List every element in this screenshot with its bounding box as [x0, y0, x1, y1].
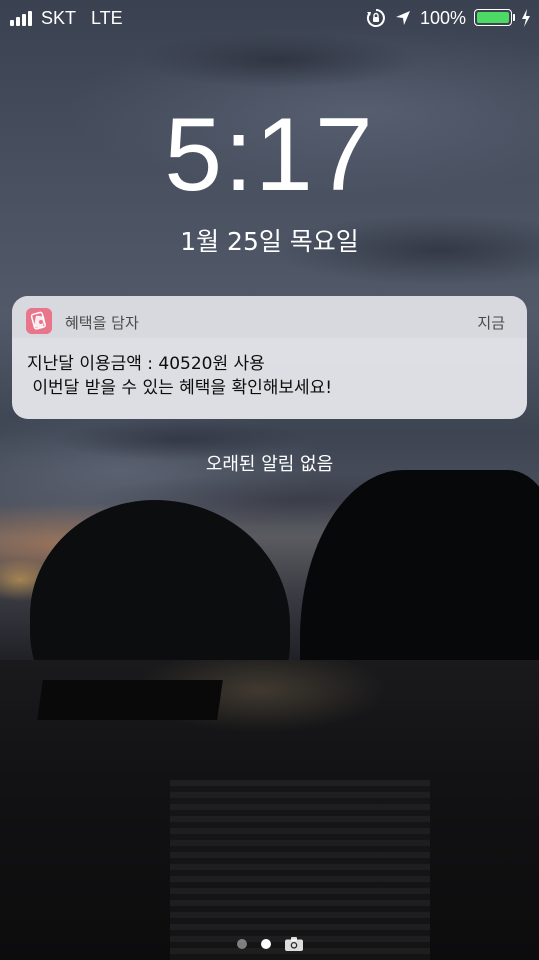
orientation-lock-icon	[366, 9, 385, 27]
status-bar: SKT LTE 100%	[0, 0, 539, 36]
charging-bolt-icon	[522, 9, 530, 27]
carrier-label: SKT	[41, 8, 77, 28]
battery-icon	[474, 9, 512, 26]
battery-tip	[513, 14, 515, 21]
page-dot[interactable]	[236, 939, 247, 949]
wallet-app-icon	[26, 308, 52, 334]
no-older-notifications-label: 오래된 알림 없음	[205, 454, 334, 475]
lock-screen-time: 5:17	[164, 97, 375, 213]
page-dot-active[interactable]	[260, 939, 271, 949]
notification-card[interactable]: 혜택을 담자 지금 지난달 이용금액 : 40520원 사용 이번달 받을 수 …	[12, 296, 527, 419]
signal-icon	[10, 10, 32, 26]
notification-time: 지금	[477, 314, 505, 332]
network-type-label: LTE	[91, 8, 123, 28]
notification-header: 혜택을 담자 지금	[12, 296, 527, 338]
camera-icon[interactable]	[284, 937, 303, 951]
notification-app-name: 혜택을 담자	[65, 314, 139, 332]
notification-message: 지난달 이용금액 : 40520원 사용 이번달 받을 수 있는 혜택을 확인해…	[27, 354, 333, 398]
wallpaper-pergola	[37, 680, 223, 720]
page-indicator	[0, 937, 539, 951]
lock-screen-date: 1월 25일 목요일	[180, 227, 359, 256]
battery-fill	[477, 12, 509, 23]
battery-percent: 100%	[420, 8, 467, 28]
location-arrow-icon	[396, 11, 410, 25]
wallpaper-stairs	[170, 780, 430, 960]
